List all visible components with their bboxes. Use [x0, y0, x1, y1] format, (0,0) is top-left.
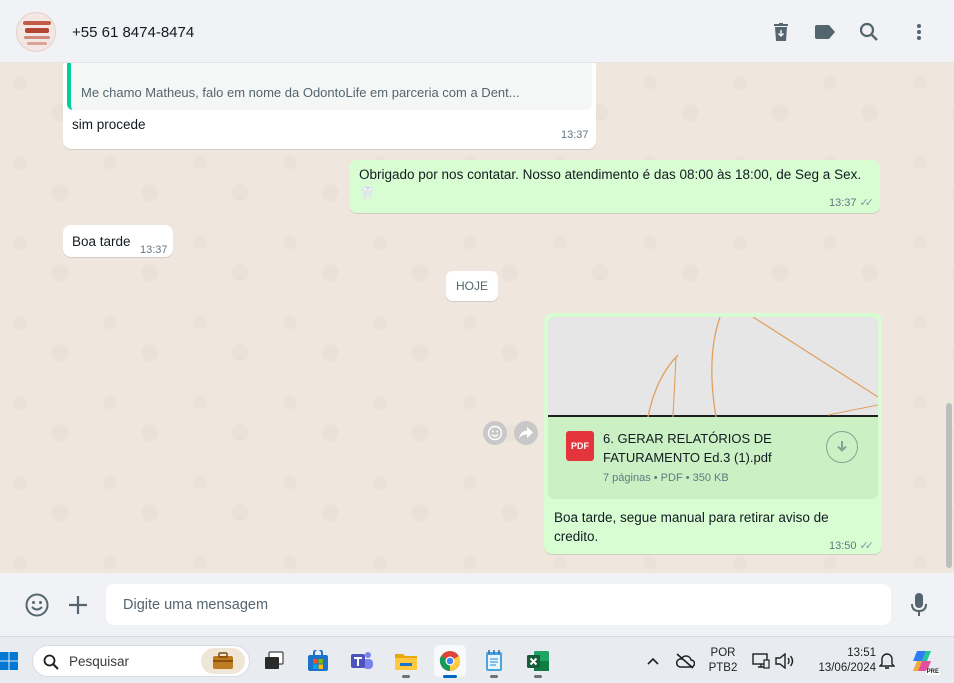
- clock-time: 13:51: [847, 647, 876, 659]
- microsoft-store-icon[interactable]: [302, 645, 334, 677]
- copilot-icon[interactable]: PRE: [908, 645, 940, 677]
- copilot-preview-badge: PRE: [925, 669, 940, 675]
- message-time: 13:37: [561, 129, 589, 141]
- read-receipt-icon: ✓✓: [859, 540, 875, 552]
- active-indicator: [443, 675, 457, 678]
- chat-header: +55 61 8474-8474: [0, 0, 954, 63]
- search-icon[interactable]: [857, 20, 881, 44]
- file-explorer-icon[interactable]: [390, 645, 422, 678]
- taskbar-search[interactable]: Pesquisar: [32, 645, 250, 677]
- quoted-message[interactable]: Me chamo Matheus, falo em nome da Odonto…: [67, 63, 592, 110]
- chrome-icon[interactable]: [434, 645, 466, 678]
- download-icon[interactable]: [826, 431, 858, 463]
- emoji-icon[interactable]: [25, 593, 49, 617]
- forward-button[interactable]: [514, 421, 538, 445]
- message-time-text: 13:37: [829, 197, 857, 209]
- chat-scrollbar[interactable]: [946, 403, 952, 568]
- delete-icon[interactable]: [769, 20, 793, 44]
- teams-icon[interactable]: [346, 645, 378, 677]
- message-time: 13:37: [140, 244, 168, 256]
- task-view-icon[interactable]: [258, 645, 290, 677]
- document-meta: 7 páginas • PDF • 350 KB: [603, 472, 729, 484]
- keyboard-layout: PTB2: [708, 662, 738, 674]
- running-indicator: [534, 675, 542, 678]
- label-icon[interactable]: [813, 20, 837, 44]
- document-name: 6. GERAR RELATÓRIOS DE FATURAMENTO Ed.3 …: [603, 431, 772, 465]
- keyboard-language[interactable]: POR PTB2: [703, 646, 743, 676]
- menu-icon[interactable]: [907, 20, 931, 44]
- chevron-up-icon[interactable]: [641, 645, 665, 677]
- message-incoming[interactable]: Boa tarde 13:37: [63, 225, 173, 257]
- clock-date: 13/06/2024: [818, 662, 876, 674]
- system-clock[interactable]: 13:51 13/06/2024: [804, 646, 876, 676]
- message-text: Boa tarde: [72, 234, 131, 249]
- message-outgoing[interactable]: Obrigado por nos contatar. Nosso atendim…: [349, 160, 880, 213]
- attach-plus-icon[interactable]: [66, 593, 90, 617]
- windows-taskbar: Pesquisar POR PTB2 13:51 13/06/2024 PRE: [0, 636, 954, 683]
- volume-icon[interactable]: [773, 645, 797, 677]
- excel-icon[interactable]: [522, 645, 554, 678]
- message-text: sim procede: [72, 117, 146, 132]
- search-highlight-icon: [201, 648, 245, 674]
- contact-avatar[interactable]: [16, 12, 56, 52]
- whatsapp-window: +55 61 8474-8474 Me chamo Matheus, falo …: [0, 0, 954, 636]
- message-incoming[interactable]: Me chamo Matheus, falo em nome da Odonto…: [63, 63, 596, 149]
- message-outgoing-document[interactable]: PDF 6. GERAR RELATÓRIOS DE FATURAMENTO E…: [544, 313, 882, 554]
- document-caption: Boa tarde, segue manual para retirar avi…: [554, 510, 829, 544]
- message-text: Obrigado por nos contatar. Nosso atendim…: [359, 167, 862, 201]
- running-indicator: [490, 675, 498, 678]
- notification-bell-icon[interactable]: [876, 645, 898, 677]
- pdf-file-icon: PDF: [566, 431, 594, 461]
- message-time: 13:50 ✓✓: [829, 537, 875, 556]
- contact-name[interactable]: +55 61 8474-8474: [72, 24, 194, 41]
- running-indicator: [402, 675, 410, 678]
- windows-start-icon[interactable]: [0, 645, 20, 677]
- message-list[interactable]: Me chamo Matheus, falo em nome da Odonto…: [0, 63, 954, 573]
- microphone-icon[interactable]: [907, 593, 931, 617]
- message-composer: [0, 573, 954, 636]
- notepad-icon[interactable]: [478, 645, 510, 678]
- date-divider: HOJE: [446, 271, 498, 301]
- document-info[interactable]: PDF 6. GERAR RELATÓRIOS DE FATURAMENTO E…: [548, 417, 878, 499]
- language-code: POR: [710, 647, 736, 659]
- quoted-text: Me chamo Matheus, falo em nome da Odonto…: [81, 85, 520, 100]
- document-attachment[interactable]: PDF 6. GERAR RELATÓRIOS DE FATURAMENTO E…: [548, 317, 878, 499]
- taskbar-search-label: Pesquisar: [69, 654, 130, 669]
- emoji-reaction-button[interactable]: [483, 421, 507, 445]
- message-time-text: 13:50: [829, 540, 857, 552]
- document-preview[interactable]: [548, 317, 878, 418]
- message-input[interactable]: [106, 584, 891, 625]
- network-icon[interactable]: [750, 645, 772, 677]
- search-icon: [43, 654, 59, 670]
- read-receipt-icon: ✓✓: [859, 197, 875, 209]
- message-time: 13:37 ✓✓: [829, 194, 875, 213]
- cloud-offline-icon[interactable]: [672, 645, 698, 677]
